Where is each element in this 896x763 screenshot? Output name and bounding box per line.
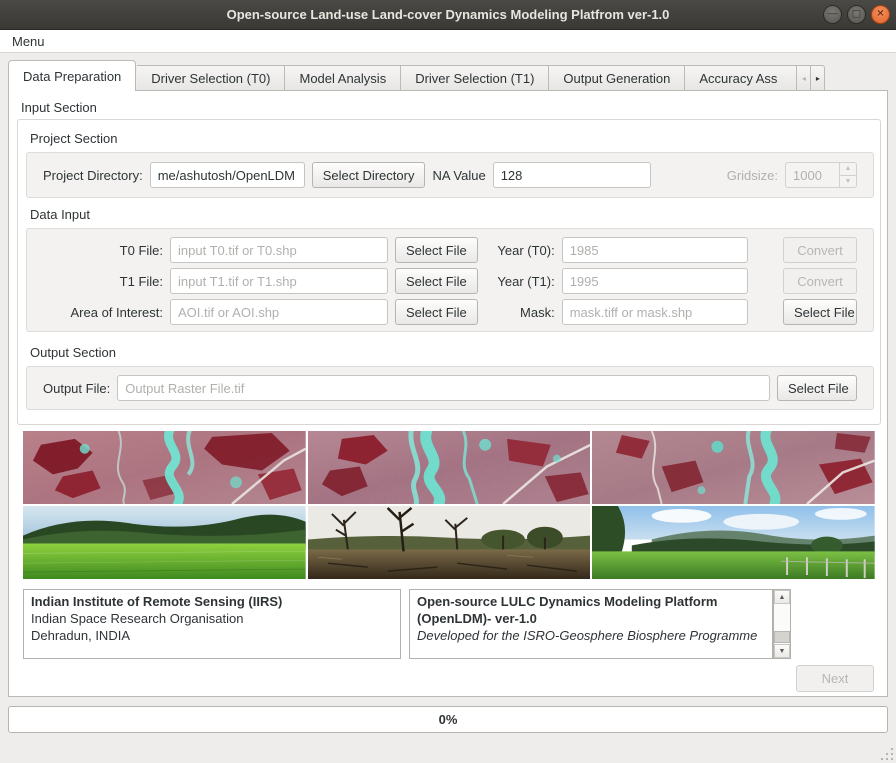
project-directory-label: Project Directory: [43,167,143,183]
project-section-title: Project Section [30,131,118,146]
deforested-land-dead-trees-photo-image [307,506,591,579]
output-file-label: Output File: [43,380,111,396]
project-directory-input[interactable] [149,162,305,188]
scrollbar-thumb[interactable] [774,631,790,643]
output-select-file-button[interactable]: Select File [777,375,857,401]
openldm-subtitle: Developed for the ISRO-Geosphere Biosphe… [417,628,758,643]
t1-select-file-button[interactable]: Select File [395,268,478,294]
progress-bar: 0% [8,706,888,733]
spin-down-icon[interactable]: ▼ [840,176,856,188]
tab-scroll-right-icon[interactable]: ▸ [811,65,826,91]
maximize-icon: ▢ [851,8,862,19]
openldm-title: Open-source LULC Dynamics Modeling Platf… [417,594,718,626]
t0-select-file-button[interactable]: Select File [395,237,478,263]
year-t1-input[interactable] [561,268,748,294]
gridsize-value: 1000 [793,167,822,183]
aoi-file-input[interactable] [170,299,388,325]
image-gallery [23,431,875,579]
year-t1-label: Year (T1): [497,273,555,289]
mask-label: Mask: [520,304,555,320]
project-section-box: Project Directory: Select Directory NA V… [26,152,874,198]
tab-scroll-buttons: ◂ ▸ [797,65,826,91]
data-input-title: Data Input [30,207,90,222]
aoi-select-file-button[interactable]: Select File [395,299,478,325]
tab-driver-selection-t1[interactable]: Driver Selection (T1) [401,65,550,91]
aoi-row: Area of Interest: Select File Mask: Sele… [43,299,857,325]
iirs-info-box: Indian Institute of Remote Sensing (IIRS… [23,589,401,659]
t1-file-label: T1 File: [119,273,163,289]
year-t0-input[interactable] [561,237,748,263]
false-color-satellite-scene-1-image [23,431,306,504]
next-button[interactable]: Next [796,665,874,692]
t1-file-row: T1 File: Select File Year (T1): Convert [43,268,857,294]
close-icon: ✕ [876,8,885,19]
t1-file-input[interactable] [170,268,388,294]
iirs-title: Indian Institute of Remote Sensing (IIRS… [31,594,283,609]
iirs-location: Dehradun, INDIA [31,628,130,643]
year-t0-label: Year (T0): [497,242,555,258]
info-scrollbar[interactable]: ▲ ▼ [773,589,791,659]
data-preparation-panel: Input Section Project Section Project Di… [8,90,888,697]
rice-field-with-forest-hills-photo-image [23,506,306,579]
menu-bar: Menu [0,30,896,53]
output-section-box: Output File: Select File [26,366,874,410]
window-controls: — ▢ ✕ [823,5,890,24]
mask-select-file-button[interactable]: Select File [783,299,857,325]
t0-file-row: T0 File: Select File Year (T0): Convert [43,237,857,263]
menu-item-menu[interactable]: Menu [12,34,45,49]
gridsize-label: Gridsize: [726,167,778,183]
area-of-interest-label: Area of Interest: [70,304,164,320]
mask-file-input[interactable] [561,299,748,325]
tab-data-preparation[interactable]: Data Preparation [8,60,137,91]
na-value-label: NA Value [432,167,486,183]
input-section-frame: Project Section Project Directory: Selec… [17,119,881,425]
data-input-box: T0 File: Select File Year (T0): Convert … [26,228,874,332]
t0-file-label: T0 File: [119,242,163,258]
tab-accuracy-assessment[interactable]: Accuracy Ass [685,65,798,91]
select-directory-button[interactable]: Select Directory [311,162,426,188]
tab-model-analysis[interactable]: Model Analysis [285,65,402,91]
t0-convert-button[interactable]: Convert [783,237,857,263]
scroll-up-icon[interactable]: ▲ [774,590,790,604]
close-button[interactable]: ✕ [871,5,890,24]
openldm-info-box: Open-source LULC Dynamics Modeling Platf… [409,589,773,659]
tab-strip: Data Preparation Driver Selection (T0) M… [8,60,888,91]
tab-driver-selection-t0[interactable]: Driver Selection (T0) [137,65,286,91]
false-color-satellite-scene-3-image [592,431,875,504]
resize-grip-icon[interactable] [878,745,893,760]
input-section-title: Input Section [21,100,97,115]
t0-file-input[interactable] [170,237,388,263]
minimize-button[interactable]: — [823,5,842,24]
spin-up-icon[interactable]: ▲ [840,163,856,176]
window-title: Open-source Land-use Land-cover Dynamics… [226,7,670,22]
output-section-title: Output Section [30,345,116,360]
output-file-input[interactable] [117,375,770,401]
na-value-input[interactable] [492,162,651,188]
scroll-down-icon[interactable]: ▼ [774,644,790,658]
t1-convert-button[interactable]: Convert [783,268,857,294]
scrollbar-trough[interactable] [774,604,790,644]
false-color-satellite-scene-2-image [307,431,591,504]
maximize-button[interactable]: ▢ [847,5,866,24]
minimize-icon: — [827,8,838,19]
gridsize-stepper: 1000 ▲ ▼ [785,162,857,188]
tab-scroll-left-icon[interactable]: ◂ [797,65,812,91]
progress-value: 0% [438,712,458,727]
pasture-with-fence-and-mountains-photo-image [592,506,875,579]
iirs-org: Indian Space Research Organisation [31,611,244,626]
title-bar: Open-source Land-use Land-cover Dynamics… [0,0,896,30]
tab-output-generation[interactable]: Output Generation [549,65,686,91]
